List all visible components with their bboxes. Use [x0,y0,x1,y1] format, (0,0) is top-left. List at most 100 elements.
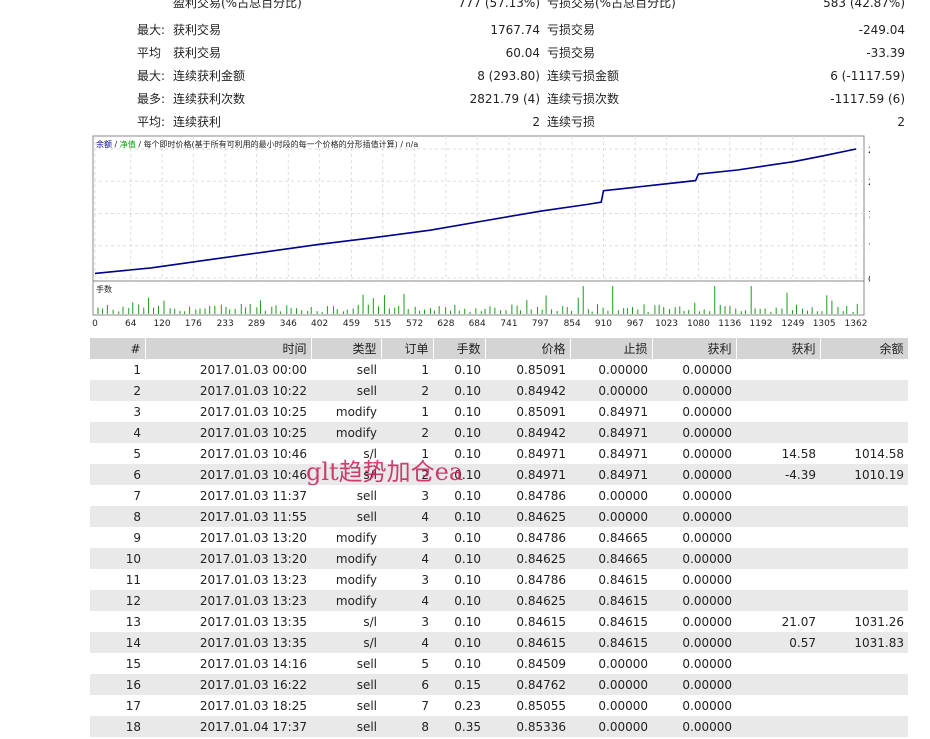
table-cell: 2017.01.03 00:00 [199,362,307,377]
table-cell: 0.10 [433,380,485,401]
stats-v1: 1767.74 [490,23,540,37]
table-cell: 0.00000 [682,362,732,377]
stats-v1: 60.04 [505,46,540,60]
balance-chart-svg: 28065 21049 14033 7016 0 0 64 120 176 233 289 346 40… [92,135,870,329]
table-row[interactable]: 10 2017.01.03 13:20 modify 4 0.10 0.84625 0.84… [90,548,908,569]
table-row[interactable]: 17 2017.01.03 18:25 sell 7 0.23 0.85055 0.0000… [90,695,908,716]
table-cell: 2 [381,422,433,443]
table-cell [736,380,820,401]
x-tick-label: 967 [627,319,644,329]
table-cell: 0.10 [454,446,481,461]
column-header[interactable]: # [90,338,146,359]
column-header[interactable]: 手数 [433,338,486,359]
table-cell: 0.84942 [485,422,570,443]
table-cell: 2017.01.03 10:46 [199,446,307,461]
table-cell: 0.84971 [570,422,652,443]
table-cell: 9 [133,530,141,545]
table-cell [820,485,908,506]
table-cell: 4 [381,590,433,611]
stats-v1: 2821.79 (4) [469,92,540,106]
table-cell [820,569,908,590]
table-cell: 21.07 [781,614,816,629]
column-header[interactable]: 获利 [652,338,737,359]
table-row[interactable]: 15 2017.01.03 14:16 sell 5 0.10 0.84509 0.0000… [90,653,908,674]
table-row[interactable]: 2 2017.01.03 10:22 sell 2 0.10 0.84942 0.00000… [90,380,908,401]
table-cell: 0.84615 [598,614,648,629]
table-row[interactable]: 1 2017.01.03 00:00 sell 1 0.10 0.85091 0.00000… [90,359,908,380]
x-tick-label: 1362 [845,319,868,329]
table-cell [820,590,908,611]
table-row[interactable]: 12 2017.01.03 13:23 modify 4 0.10 0.84625 0.84… [90,590,908,611]
stats-row: 盈利交易(%占总百分比) 777 (57.13%) 亏损交易(%占总百分比) 583 … [0,0,930,17]
stats-l1b: 连续获利 [173,115,222,129]
table-cell: 0.84971 [598,446,648,461]
table-cell: 0.00000 [598,488,648,503]
table-row[interactable]: 3 2017.01.03 10:25 modify 1 0.10 0.85091 0.849… [90,401,908,422]
stats-v2: -33.39 [866,46,905,60]
table-cell: 0.84786 [516,488,566,503]
table-cell: 0.85336 [485,716,570,737]
table-row[interactable]: 7 2017.01.03 11:37 sell 3 0.10 0.84786 0.00000… [90,485,908,506]
table-cell: 0.84762 [485,674,570,695]
table-cell: 0.10 [433,422,485,443]
table-row[interactable]: 14 2017.01.03 13:35 s/l 4 0.10 0.84615 0.84615… [90,632,908,653]
y-tick-label: 28065 [868,146,870,156]
table-row[interactable]: 4 2017.01.03 10:25 modify 2 0.10 0.84942 0.849… [90,422,908,443]
table-cell: s/l [311,464,381,485]
table-cell: 0.00000 [652,590,736,611]
stats-v1: 777 (57.13%) [458,0,540,10]
x-tick-label: 515 [374,319,391,329]
table-cell: 3 [133,404,141,419]
stats-row: 最多: 连续获利次数 2821.79 (4) 连续亏损次数 -1117.59 (6) [0,90,930,113]
table-cell: 1 [133,362,141,377]
column-header[interactable]: 获利 [736,338,821,359]
table-cell: 1031.26 [854,614,904,629]
x-tick-label: 1192 [750,319,773,329]
volume-panel-frame [92,280,865,316]
stats-l2: 亏损交易 [547,46,596,60]
table-cell: 2017.01.03 11:55 [145,506,311,527]
column-header[interactable]: 价格 [485,338,571,359]
table-row[interactable]: 11 2017.01.03 13:23 modify 3 0.10 0.84786 0.84… [90,569,908,590]
column-header[interactable]: 时间 [145,338,312,359]
volume-label: 手数 [96,284,112,294]
table-row[interactable]: 5 2017.01.03 10:46 s/l 1 0.10 0.84971 0.84971 0… [90,443,908,464]
stats-v2: 6 (-1117.59) [830,69,905,83]
column-header[interactable]: 订单 [381,338,434,359]
table-cell: 0.00000 [682,656,732,671]
table-cell: 4 [90,422,145,443]
table-row[interactable]: 18 2017.01.04 17:37 sell 8 0.35 0.85336 0.0000… [90,716,908,737]
table-cell: sell [311,674,381,695]
table-cell [736,590,820,611]
table-cell [820,716,908,737]
table-cell: sell [356,488,377,503]
table-cell: s/l [311,632,381,653]
table-cell: 2017.01.03 16:22 [145,674,311,695]
x-tick-label: 854 [564,319,581,329]
table-row[interactable]: 8 2017.01.03 11:55 sell 4 0.10 0.84625 0.00000… [90,506,908,527]
column-header[interactable]: 余额 [820,338,909,359]
x-tick-label: 176 [185,319,202,329]
table-cell: sell [311,506,381,527]
table-row[interactable]: 13 2017.01.03 13:35 s/l 3 0.10 0.84615 0.84615… [90,611,908,632]
table-cell: 0.10 [433,548,485,569]
table-row[interactable]: 16 2017.01.03 16:22 sell 6 0.15 0.84762 0.0000… [90,674,908,695]
stats-l1: 平均: [137,115,166,129]
table-cell: 0.85055 [516,698,566,713]
deals-table: # 时间 类型 订单 手数 价格 止损 获利 获利 余额 1 2017.01.03 00:00 sel… [90,338,909,737]
table-cell [736,569,820,590]
column-header[interactable]: 止损 [570,338,653,359]
table-cell [820,506,908,527]
stats-l1: 最多: [137,92,166,106]
column-header[interactable]: 类型 [311,338,382,359]
table-row[interactable]: 9 2017.01.03 13:20 modify 3 0.10 0.84786 0.846… [90,527,908,548]
table-cell: 0.84786 [516,530,566,545]
table-cell: 5 [133,446,141,461]
table-cell: s/l [363,446,377,461]
table-cell [736,422,820,443]
table-cell: 16 [90,674,145,695]
table-cell [736,695,820,716]
table-row[interactable]: 6 2017.01.03 10:46 s/l 2 0.10 0.84971 0.84971 0… [90,464,908,485]
table-cell: 0.00000 [570,674,652,695]
x-tick-label: 0 [92,319,98,329]
